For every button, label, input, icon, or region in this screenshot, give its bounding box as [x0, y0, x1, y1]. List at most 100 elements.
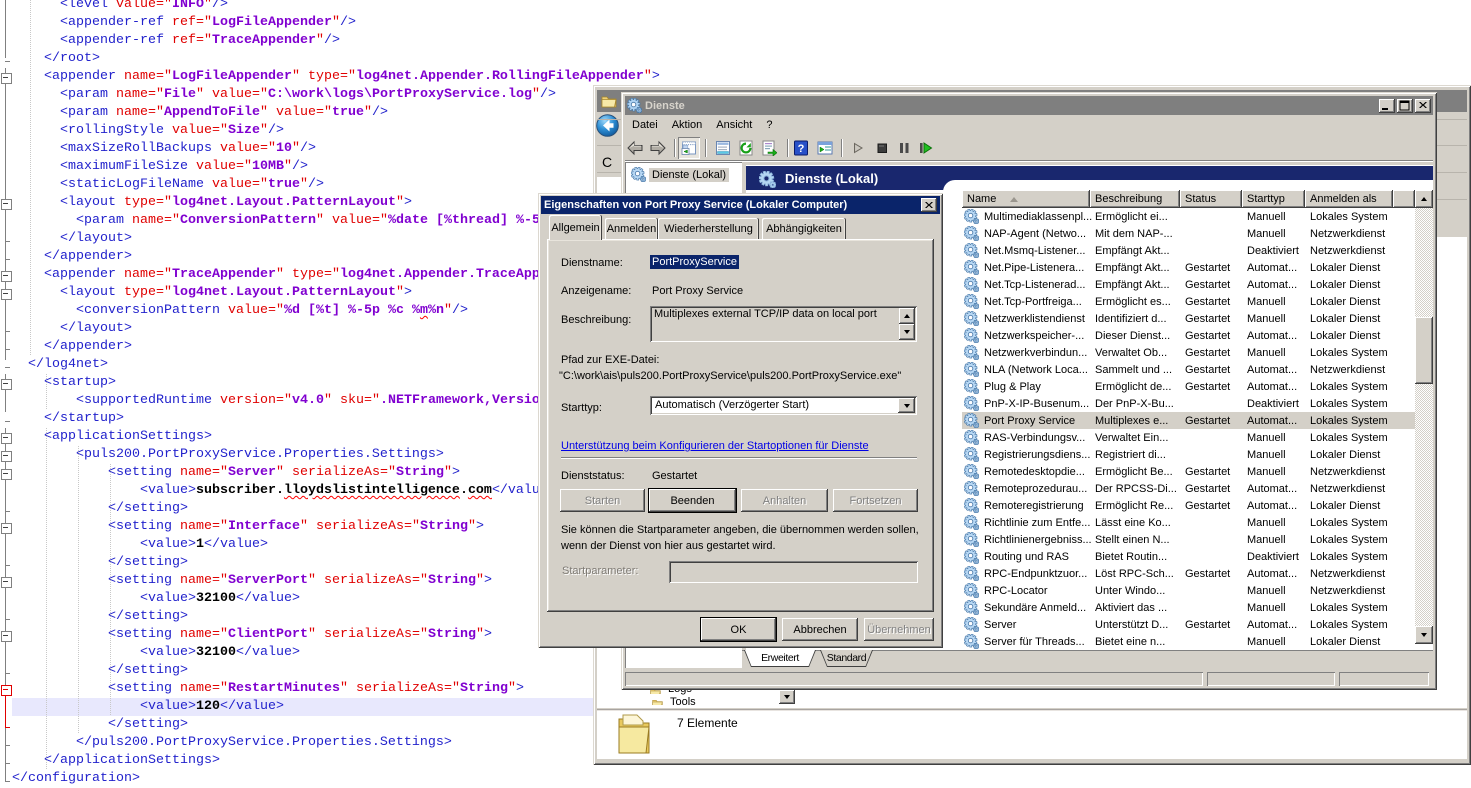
- code-line[interactable]: </configuration>: [12, 770, 820, 788]
- restart-service-icon[interactable]: [917, 140, 933, 156]
- code-line[interactable]: <appender name="LogFileAppender" type="l…: [12, 68, 820, 86]
- menu-item-ansicht[interactable]: Ansicht: [709, 117, 759, 133]
- stop-service-icon[interactable]: [874, 140, 890, 156]
- menu-item-help[interactable]: ?: [759, 117, 779, 133]
- scrollbar-track[interactable]: [1415, 208, 1433, 626]
- service-row[interactable]: Sekundäre Anmeld...Aktiviert das ...Manu…: [962, 599, 1415, 616]
- service-row[interactable]: Netzwerkspeicher-...Dieser Dienst...Gest…: [962, 327, 1415, 344]
- refresh-icon[interactable]: [738, 140, 754, 156]
- close-button[interactable]: [1415, 99, 1431, 113]
- service-row[interactable]: Net.Tcp-Portfreiga...Ermöglicht es...Ges…: [962, 293, 1415, 310]
- service-row[interactable]: Richtlinienergebniss...Stellt einen N...…: [962, 531, 1415, 548]
- code-line[interactable]: <appender-ref ref="TraceAppender"/>: [12, 32, 820, 50]
- column-header-anmelden-als[interactable]: Anmelden als: [1305, 190, 1393, 208]
- fold-collapse-box[interactable]: [1, 577, 12, 588]
- fold-collapse-box[interactable]: [1, 271, 12, 282]
- startup-options-help-link[interactable]: Unterstützung beim Konfigurieren der Sta…: [561, 440, 869, 452]
- code-line[interactable]: </root>: [12, 50, 820, 68]
- scroll-up-button[interactable]: [1415, 190, 1433, 208]
- back-icon[interactable]: [627, 140, 643, 156]
- fold-collapse-box[interactable]: [1, 379, 12, 390]
- service-row[interactable]: RPC-Endpunktzuor...Löst RPC-Sch...Gestar…: [962, 565, 1415, 582]
- service-row[interactable]: RemoteregistrierungErmöglicht Re...Gesta…: [962, 497, 1415, 514]
- column-header-beschreibung[interactable]: Beschreibung: [1090, 190, 1180, 208]
- service-row[interactable]: Net.Msmq-Listener...Empfängt Akt...Deakt…: [962, 242, 1415, 259]
- service-row[interactable]: NAP-Agent (Netwo...Mit dem NAP-...Manuel…: [962, 225, 1415, 242]
- services-title-bar[interactable]: Dienste: [625, 96, 1433, 115]
- show-console-tree-icon[interactable]: [678, 137, 700, 159]
- description-box[interactable]: Multiplexes external TCP/IP data on loca…: [650, 306, 917, 342]
- fold-collapse-box[interactable]: [1, 451, 12, 462]
- service-row[interactable]: RPC-LocatorUnter Windo...ManuellNetzwerk…: [962, 582, 1415, 599]
- service-row[interactable]: Plug & PlayErmöglicht de...GestartetAuto…: [962, 378, 1415, 395]
- scroll-up-button[interactable]: [899, 308, 915, 324]
- dialog-tab-abhängigkeiten[interactable]: Abhängigkeiten: [762, 218, 846, 239]
- code-line[interactable]: <level value="INFO"/>: [12, 0, 820, 14]
- start-parameters-input[interactable]: [669, 561, 918, 583]
- dialog-title-bar[interactable]: Eigenschaften von Port Proxy Service (Lo…: [541, 196, 940, 214]
- service-row[interactable]: ServerUnterstützt D...GestartetAutomat..…: [962, 616, 1415, 633]
- service-row[interactable]: Net.Pipe-Listenera...Empfängt Akt...Gest…: [962, 259, 1415, 276]
- code-line[interactable]: <appender-ref ref="LogFileAppender"/>: [12, 14, 820, 32]
- back-button[interactable]: [596, 114, 622, 140]
- service-row[interactable]: Port Proxy ServiceMultiplexes e...Gestar…: [962, 412, 1415, 429]
- service-row[interactable]: NetzwerklistendienstIdentifiziert d...Ge…: [962, 310, 1415, 327]
- service-row[interactable]: Net.Tcp-Listenerad...Empfängt Akt...Gest…: [962, 276, 1415, 293]
- pause-button[interactable]: Anhalten: [741, 489, 828, 512]
- fold-collapse-box-active[interactable]: [1, 685, 12, 696]
- file-item-label[interactable]: Tools: [670, 696, 696, 708]
- forward-icon[interactable]: [650, 140, 666, 156]
- scrollbar-thumb[interactable]: [1415, 317, 1433, 384]
- fold-collapse-box[interactable]: [1, 433, 12, 444]
- ok-button[interactable]: OK: [701, 618, 776, 641]
- start-service-icon[interactable]: [850, 140, 866, 156]
- start-button[interactable]: Starten: [560, 489, 645, 512]
- address-bar-text[interactable]: C: [602, 154, 612, 170]
- fold-collapse-box[interactable]: [1, 289, 12, 300]
- fold-collapse-box[interactable]: [1, 199, 12, 210]
- service-row[interactable]: Server für Threads...Bietet eine n...Man…: [962, 633, 1415, 650]
- fold-collapse-box[interactable]: [1, 523, 12, 534]
- export-list-icon[interactable]: [761, 140, 777, 156]
- minimize-button[interactable]: [1379, 99, 1395, 113]
- service-row[interactable]: Multimediaklassenpl...Ermöglicht ei...Ma…: [962, 208, 1415, 225]
- service-row[interactable]: Netzwerkverbindun...Verwaltet Ob...Gesta…: [962, 344, 1415, 361]
- service-row[interactable]: Remotedesktopdie...Ermöglicht Be...Gesta…: [962, 463, 1415, 480]
- service-row[interactable]: Richtlinie zum Entfe...Lässt eine Ko...M…: [962, 514, 1415, 531]
- column-header-name[interactable]: Name: [962, 190, 1090, 208]
- help-icon[interactable]: ?: [793, 140, 809, 156]
- column-header-status[interactable]: Status: [1180, 190, 1242, 208]
- taskpad-icon[interactable]: [817, 140, 833, 156]
- service-row[interactable]: Routing und RASBietet Routin...Deaktivie…: [962, 548, 1415, 565]
- dialog-tab-anmelden[interactable]: Anmelden: [605, 218, 658, 239]
- editor-fold-margin[interactable]: [0, 0, 12, 787]
- maximize-button[interactable]: [1397, 99, 1413, 113]
- scroll-down-button[interactable]: [899, 324, 915, 340]
- combo-dropdown-button[interactable]: [898, 398, 915, 413]
- resume-button[interactable]: Fortsetzen: [833, 489, 918, 512]
- service-row[interactable]: NLA (Network Loca...Sammelt und ...Gesta…: [962, 361, 1415, 378]
- combo-dropdown-button[interactable]: [779, 690, 795, 704]
- apply-button[interactable]: Übernehmen: [864, 618, 934, 641]
- startup-type-combobox[interactable]: Automatisch (Verzögerter Start): [650, 396, 917, 415]
- dialog-tab-wiederherstellung[interactable]: Wiederherstellung: [658, 218, 759, 239]
- menu-item-aktion[interactable]: Aktion: [665, 117, 710, 133]
- properties-icon[interactable]: [715, 140, 731, 156]
- stop-button[interactable]: Beenden: [649, 489, 736, 512]
- service-row[interactable]: RAS-Verbindungsv...Verwaltet Ein...Manue…: [962, 429, 1415, 446]
- view-tab-erweitert[interactable]: Erweitert: [744, 650, 816, 667]
- column-header-starttyp[interactable]: Starttyp: [1242, 190, 1305, 208]
- service-name-value[interactable]: PortProxyService: [650, 255, 739, 269]
- service-row[interactable]: PnP-X-IP-Busenum...Der PnP-X-Bu...Deakti…: [962, 395, 1415, 412]
- pause-service-icon[interactable]: [896, 140, 912, 156]
- fold-collapse-box[interactable]: [1, 73, 12, 84]
- service-row[interactable]: Registrierungsdiens...Registriert di...M…: [962, 446, 1415, 463]
- scroll-down-button[interactable]: [1415, 626, 1433, 644]
- fold-collapse-box[interactable]: [1, 631, 12, 642]
- cancel-button[interactable]: Abbrechen: [782, 618, 858, 641]
- view-tab-standard[interactable]: Standard: [820, 650, 873, 667]
- service-row[interactable]: Remoteprozedurau...Der RPCSS-Di...Gestar…: [962, 480, 1415, 497]
- tree-item-dienste-lokal[interactable]: Dienste (Lokal): [631, 167, 729, 182]
- menu-item-datei[interactable]: Datei: [625, 117, 665, 133]
- dialog-tab-allgemein[interactable]: Allgemein: [549, 215, 602, 240]
